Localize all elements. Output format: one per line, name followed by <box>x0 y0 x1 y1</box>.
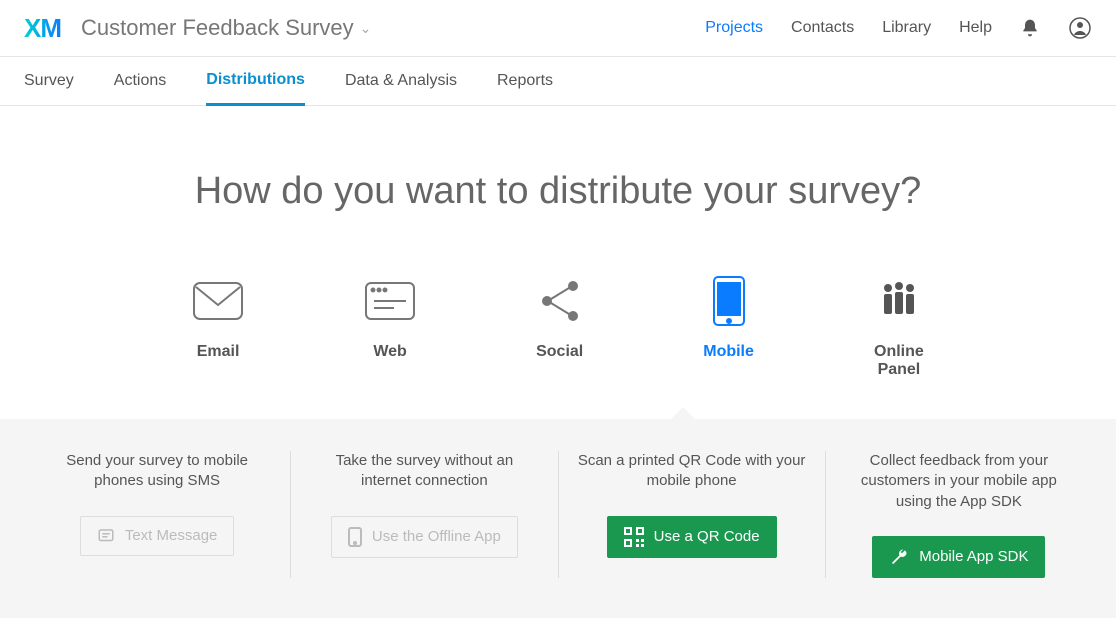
device-icon <box>348 527 362 547</box>
share-icon <box>537 277 583 325</box>
tab-survey[interactable]: Survey <box>24 57 74 105</box>
offline-app-button[interactable]: Use the Offline App <box>331 516 518 558</box>
page-headline: How do you want to distribute your surve… <box>0 170 1116 213</box>
text-message-button[interactable]: Text Message <box>80 516 235 556</box>
qr-code-button-label: Use a QR Code <box>654 528 760 545</box>
mobile-options-panel: Send your survey to mobile phones using … <box>0 419 1116 618</box>
wrench-icon <box>889 547 909 567</box>
channel-email[interactable]: Email <box>192 277 244 379</box>
top-nav: Projects Contacts Library Help <box>705 16 1092 40</box>
card-qr-desc: Scan a printed QR Code with your mobile … <box>577 451 807 492</box>
mobile-sdk-button[interactable]: Mobile App SDK <box>872 536 1045 578</box>
qr-code-button[interactable]: Use a QR Code <box>607 516 777 558</box>
project-title-text: Customer Feedback Survey <box>81 15 354 41</box>
phone-icon <box>712 277 746 325</box>
nav-library[interactable]: Library <box>882 19 931 37</box>
text-message-button-label: Text Message <box>125 527 218 544</box>
topbar: XM Customer Feedback Survey ⌄ Projects C… <box>0 0 1116 56</box>
logo[interactable]: XM <box>24 13 61 44</box>
subnav: Survey Actions Distributions Data & Anal… <box>0 56 1116 106</box>
channel-mobile[interactable]: Mobile <box>703 277 754 379</box>
channel-mobile-label: Mobile <box>703 343 754 361</box>
email-icon <box>192 277 244 325</box>
card-qr: Scan a printed QR Code with your mobile … <box>559 451 826 578</box>
project-title-dropdown[interactable]: Customer Feedback Survey ⌄ <box>81 15 371 41</box>
bell-icon[interactable] <box>1020 18 1040 38</box>
nav-help[interactable]: Help <box>959 19 992 37</box>
tab-distributions[interactable]: Distributions <box>206 58 305 106</box>
channel-social[interactable]: Social <box>536 277 583 379</box>
channel-online-panel-label: Online Panel <box>874 343 924 379</box>
channel-selector: Email Web Social Mobile Online Panel <box>0 277 1116 379</box>
card-offline-desc: Take the survey without an internet conn… <box>309 451 539 492</box>
panel-icon <box>874 277 924 325</box>
channel-web-label: Web <box>373 343 406 361</box>
card-sms-desc: Send your survey to mobile phones using … <box>42 451 272 492</box>
user-avatar-icon[interactable] <box>1068 16 1092 40</box>
mobile-sdk-button-label: Mobile App SDK <box>919 548 1028 565</box>
nav-contacts[interactable]: Contacts <box>791 19 854 37</box>
text-message-icon <box>97 527 115 545</box>
browser-icon <box>364 277 416 325</box>
tab-actions[interactable]: Actions <box>114 57 166 105</box>
channel-web[interactable]: Web <box>364 277 416 379</box>
nav-projects[interactable]: Projects <box>705 19 763 37</box>
card-offline: Take the survey without an internet conn… <box>291 451 558 578</box>
chevron-down-icon: ⌄ <box>360 20 372 37</box>
channel-email-label: Email <box>197 343 240 361</box>
tab-data-analysis[interactable]: Data & Analysis <box>345 57 457 105</box>
offline-app-button-label: Use the Offline App <box>372 528 501 545</box>
qr-icon <box>624 527 644 547</box>
channel-social-label: Social <box>536 343 583 361</box>
card-sdk-desc: Collect feedback from your customers in … <box>844 451 1074 512</box>
card-sdk: Collect feedback from your customers in … <box>826 451 1092 578</box>
card-sms: Send your survey to mobile phones using … <box>24 451 291 578</box>
tab-reports[interactable]: Reports <box>497 57 553 105</box>
channel-online-panel[interactable]: Online Panel <box>874 277 924 379</box>
